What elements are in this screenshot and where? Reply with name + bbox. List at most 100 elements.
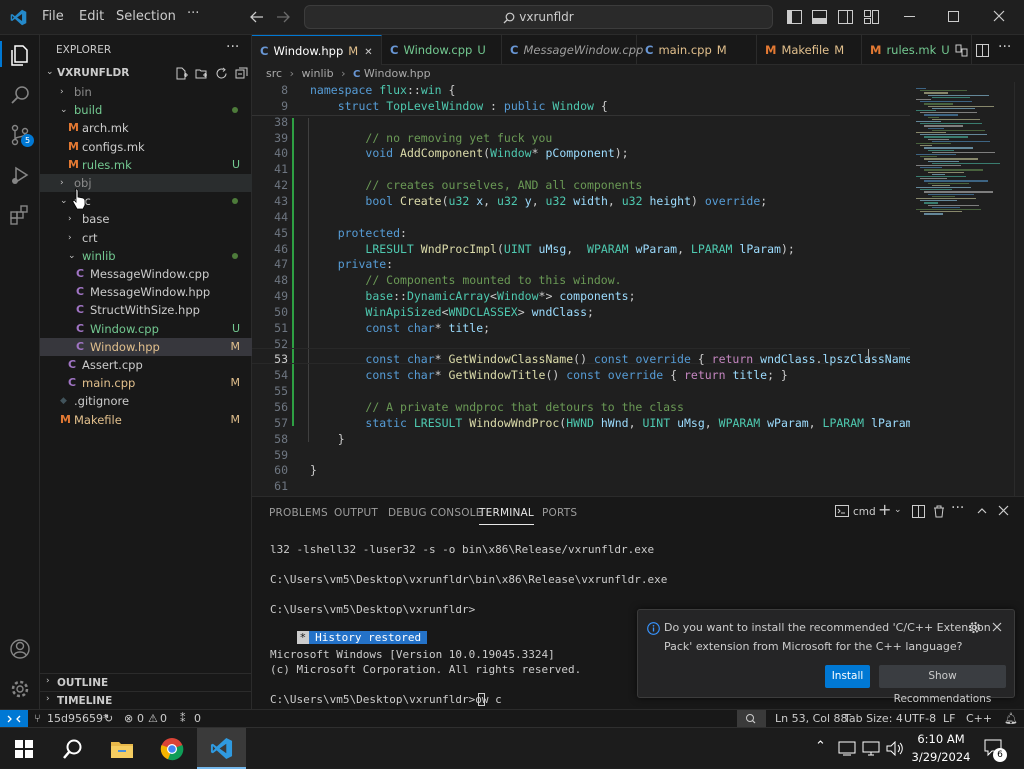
panel-tab-debug-console[interactable]: DEBUG CONSOLE (388, 507, 483, 519)
new-folder-icon[interactable] (195, 67, 208, 80)
explorer-icon[interactable] (6, 41, 34, 69)
windows-start-icon[interactable] (15, 740, 33, 758)
cursor-position[interactable]: Ln 53, Col 88 (775, 710, 848, 727)
vscode-taskbar-button[interactable] (197, 728, 246, 769)
menu-selection[interactable]: Selection (116, 9, 176, 24)
error-count[interactable]: 0 (137, 710, 144, 727)
file-explorer-icon[interactable] (110, 739, 134, 759)
tree-file[interactable]: ◆ .gitignore (40, 392, 252, 410)
tree-folder[interactable]: › crt (40, 229, 252, 247)
split-terminal-icon[interactable] (912, 505, 925, 518)
accounts-icon[interactable] (6, 635, 34, 663)
tree-file[interactable]: C StructWithSize.hpp (40, 301, 252, 319)
chevron-down-icon[interactable]: ⌄ (894, 505, 902, 515)
notification-settings-gear-icon[interactable] (968, 621, 981, 634)
tray-security-icon[interactable] (838, 741, 856, 756)
show-recommendations-button[interactable]: Show Recommendations (879, 665, 1006, 705)
notification-close-icon[interactable] (992, 622, 1002, 632)
tray-network-icon[interactable] (862, 741, 880, 756)
breadcrumb-file[interactable]: Window.hpp (364, 67, 431, 80)
close-panel-icon[interactable] (998, 505, 1009, 516)
maximize-panel-icon[interactable] (976, 505, 988, 517)
search-view-icon[interactable] (6, 81, 34, 109)
terminal-shell-label[interactable]: cmd (853, 506, 876, 518)
tree-file[interactable]: C Window.hpp M (40, 337, 252, 356)
tree-folder[interactable]: ⌄ winlib (40, 247, 252, 265)
command-center-search[interactable]: vxrunfldr (304, 5, 773, 29)
compare-changes-icon[interactable] (955, 44, 968, 57)
new-file-icon[interactable] (175, 67, 188, 80)
back-arrow-icon[interactable] (250, 10, 264, 24)
breadcrumb-winlib[interactable]: winlib (301, 67, 333, 80)
tree-file[interactable]: C MessageWindow.cpp (40, 265, 252, 283)
tree-file[interactable]: C Window.cpp U (40, 320, 252, 338)
toggle-primary-sidebar-icon[interactable] (787, 10, 802, 24)
editor-scrollbar[interactable] (1014, 82, 1024, 496)
collapse-all-icon[interactable] (235, 67, 248, 80)
clock-time[interactable]: 6:10 AM (908, 732, 974, 746)
run-debug-icon[interactable] (6, 161, 34, 189)
editor-tab[interactable]: C Window.cpp U (382, 35, 502, 65)
manage-gear-icon[interactable] (6, 675, 34, 703)
toggle-panel-icon[interactable] (812, 10, 827, 24)
code-editor[interactable]: 8 namespace flux::win {9 struct TopLevelW… (252, 82, 1024, 496)
tray-chevron-up-icon[interactable]: ⌃ (815, 739, 826, 754)
tree-folder[interactable]: › base (40, 210, 252, 228)
extensions-icon[interactable] (6, 201, 34, 229)
tray-volume-icon[interactable] (886, 741, 904, 756)
clock-date[interactable]: 3/29/2024 (908, 750, 974, 764)
tree-file[interactable]: Mrules.mk U (40, 156, 252, 174)
git-branch-label[interactable]: 15d95659* (47, 710, 108, 727)
editor-tab[interactable]: C MessageWindow.cpp (502, 35, 643, 65)
close-window-button[interactable] (993, 10, 1005, 22)
editor-tab[interactable]: C Window.hpp M ✕ (252, 35, 382, 65)
breadcrumb-src[interactable]: src (266, 67, 282, 80)
end-of-line[interactable]: LF (943, 710, 955, 727)
language-mode[interactable]: C++ (966, 710, 992, 727)
tab-size[interactable]: Tab Size: 4 (844, 710, 903, 727)
refresh-icon[interactable] (215, 67, 228, 80)
editor-tab[interactable]: M Makefile M (757, 35, 862, 65)
remote-indicator[interactable] (0, 710, 28, 728)
trash-icon[interactable] (933, 505, 945, 518)
tree-file[interactable]: March.mk (40, 119, 252, 137)
warning-count[interactable]: 0 (160, 710, 167, 727)
menu-edit[interactable]: Edit (79, 9, 104, 24)
panel-tab-problems[interactable]: PROBLEMS (269, 507, 328, 519)
menu-file[interactable]: File (42, 9, 64, 24)
menu-more[interactable]: ··· (187, 6, 199, 21)
minimap[interactable] (910, 82, 1014, 496)
notifications-bell-icon[interactable]: 🔔︎ (1004, 710, 1018, 727)
toggle-secondary-sidebar-icon[interactable] (838, 10, 853, 24)
tree-file[interactable]: C MessageWindow.hpp (40, 283, 252, 301)
taskbar-search-icon[interactable] (62, 738, 84, 760)
ports-count[interactable]: 0 (194, 710, 201, 727)
tree-file[interactable]: Cmain.cpp M (40, 374, 252, 392)
timeline-section[interactable]: › TIMELINE (40, 691, 252, 709)
maximize-button[interactable] (948, 11, 959, 22)
chrome-icon[interactable] (160, 737, 184, 761)
zoom-icon[interactable] (737, 710, 766, 727)
install-button[interactable]: Install (825, 665, 870, 688)
panel-more-icon[interactable]: ··· (951, 500, 964, 516)
tree-folder[interactable]: ⌄ build (40, 101, 252, 119)
tree-folder[interactable]: › bin (40, 83, 252, 101)
new-terminal-icon[interactable]: + (878, 500, 891, 519)
tree-file[interactable]: C Assert.cpp (40, 356, 252, 374)
panel-tab-terminal[interactable]: TERMINAL (479, 507, 534, 525)
tree-file[interactable]: M Makefile M (40, 411, 252, 429)
close-tab-icon[interactable]: ✕ (364, 47, 372, 58)
panel-tab-output[interactable]: OUTPUT (334, 507, 378, 519)
source-control-icon[interactable]: 5 (6, 121, 34, 149)
tree-file[interactable]: Mconfigs.mk (40, 138, 252, 156)
split-editor-icon[interactable] (976, 44, 989, 57)
panel-tab-ports[interactable]: PORTS (542, 507, 577, 519)
workspace-root[interactable]: ⌄ VXRUNFLDR (40, 65, 252, 83)
encoding[interactable]: UTF-8 (904, 710, 936, 727)
sync-icon[interactable]: ↻ (104, 710, 113, 727)
editor-more-actions-icon[interactable]: ··· (998, 39, 1011, 55)
minimize-button[interactable] (904, 16, 915, 17)
explorer-more-icon[interactable]: ··· (226, 39, 239, 55)
editor-tab[interactable]: Cmain.cpp M (637, 35, 757, 65)
forward-arrow-icon[interactable] (276, 10, 290, 24)
